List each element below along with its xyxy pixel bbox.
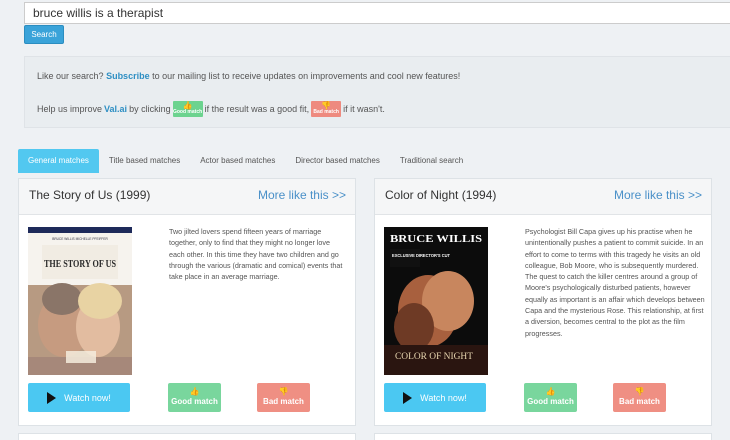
- result-card: Color of Night (1994) More like this >> …: [374, 178, 712, 426]
- subscribe-message: Like our search? Subscribe to our mailin…: [37, 71, 461, 81]
- bad-match-button[interactable]: 👎 Bad match: [613, 383, 666, 412]
- search-input[interactable]: [24, 2, 730, 24]
- result-card-partial: [18, 433, 356, 440]
- thumbs-down-icon: 👎: [278, 387, 289, 396]
- tab-director-based-matches[interactable]: Director based matches: [285, 149, 389, 173]
- poster-actor: BRUCE WILLIS: [390, 233, 482, 245]
- thumbs-down-icon: 👎: [634, 387, 645, 396]
- result-card-partial: [374, 433, 712, 440]
- info-box: Like our search? Subscribe to our mailin…: [24, 56, 730, 128]
- more-like-this-link[interactable]: More like this >>: [614, 188, 702, 202]
- movie-description: Two jilted lovers spend fifteen years of…: [169, 227, 343, 282]
- poster-names: BRUCE WILLIS MICHELLE PFEIFFER: [52, 237, 108, 241]
- play-icon: [47, 391, 57, 404]
- thumbs-up-icon: 👍: [189, 387, 200, 396]
- tab-title-based-matches[interactable]: Title based matches: [99, 149, 190, 173]
- more-like-this-link[interactable]: More like this >>: [258, 188, 346, 202]
- tab-traditional-search[interactable]: Traditional search: [390, 149, 473, 173]
- tab-actor-based-matches[interactable]: Actor based matches: [190, 149, 285, 173]
- bad-match-button[interactable]: 👎 Bad match: [257, 383, 310, 412]
- movie-title: The Story of Us (1999): [29, 188, 151, 202]
- good-match-button[interactable]: 👍 Good match: [524, 383, 577, 412]
- match-tabs: General matches Title based matches Acto…: [18, 149, 473, 173]
- mini-bad-match-badge: 👎 Bad match: [311, 101, 342, 117]
- good-match-button[interactable]: 👍 Good match: [168, 383, 221, 412]
- movie-title: Color of Night (1994): [385, 188, 497, 202]
- tab-general-matches[interactable]: General matches: [18, 149, 99, 173]
- watch-now-button[interactable]: Watch now!: [28, 383, 130, 412]
- poster-title: THE STORY OF US: [44, 258, 116, 270]
- card-header: Color of Night (1994) More like this >>: [375, 179, 711, 215]
- search-button[interactable]: Search: [24, 25, 64, 44]
- mini-good-match-badge: 👍 Good match: [172, 101, 203, 117]
- result-card: The Story of Us (1999) More like this >>…: [18, 178, 356, 426]
- movie-poster: BRUCE WILLIS EXCLUSIVE DIRECTOR'S CUT CO…: [384, 227, 488, 375]
- poster-title: COLOR OF NIGHT: [395, 351, 474, 361]
- movie-poster: BRUCE WILLIS MICHELLE PFEIFFER THE STORY…: [28, 227, 132, 375]
- brand-link[interactable]: Val.ai: [104, 104, 127, 114]
- feedback-message: Help us improve Val.ai by clicking 👍 Goo…: [37, 101, 385, 117]
- poster-badge: EXCLUSIVE DIRECTOR'S CUT: [392, 253, 450, 258]
- subscribe-link[interactable]: Subscribe: [106, 71, 150, 81]
- watch-now-button[interactable]: Watch now!: [384, 383, 486, 412]
- thumbs-up-icon: 👍: [545, 387, 556, 396]
- movie-description: Psychologist Bill Capa gives up his prac…: [525, 227, 705, 338]
- card-header: The Story of Us (1999) More like this >>: [19, 179, 355, 215]
- play-icon: [403, 391, 413, 404]
